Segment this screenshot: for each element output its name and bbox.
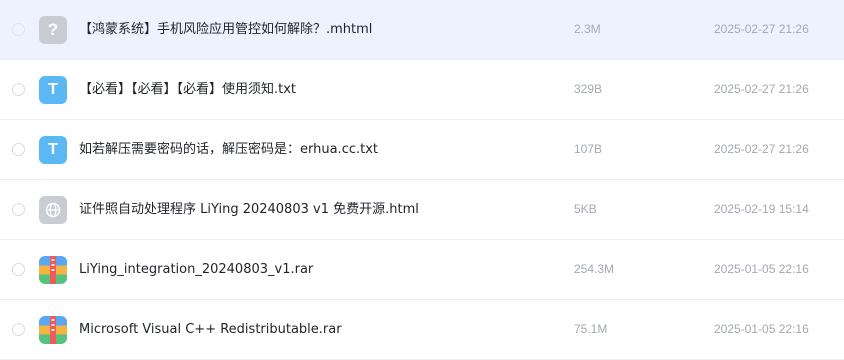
file-modified-date: 2025-02-27 21:26 <box>714 22 809 36</box>
file-size: 329B <box>574 82 603 96</box>
globe-icon <box>45 202 61 218</box>
archive-file-icon <box>39 316 67 344</box>
row-select-checkbox[interactable] <box>12 203 25 216</box>
file-list: ? 【鸿蒙系统】手机风险应用管控如何解除？.mhtml 2.3M 2025-02… <box>0 0 844 360</box>
file-row[interactable]: ? 【鸿蒙系统】手机风险应用管控如何解除？.mhtml 2.3M 2025-02… <box>0 0 844 60</box>
file-modified-date: 2025-02-27 21:26 <box>714 82 809 96</box>
file-row[interactable]: 证件照自动处理程序 LiYing 20240803 v1 免费开源.html 5… <box>0 180 844 240</box>
row-select-checkbox[interactable] <box>12 23 25 36</box>
file-modified-date: 2025-02-27 21:26 <box>714 142 809 156</box>
file-size: 75.1M <box>574 322 608 336</box>
file-name[interactable]: LiYing_integration_20240803_v1.rar <box>79 240 313 299</box>
file-modified-date: 2025-02-19 15:14 <box>714 202 809 216</box>
file-name[interactable]: 如若解压需要密码的话，解压密码是：erhua.cc.txt <box>79 120 378 179</box>
file-size: 254.3M <box>574 262 615 276</box>
file-row[interactable]: LiYing_integration_20240803_v1.rar 254.3… <box>0 240 844 300</box>
file-name[interactable]: 证件照自动处理程序 LiYing 20240803 v1 免费开源.html <box>79 180 419 239</box>
row-select-checkbox[interactable] <box>12 83 25 96</box>
text-file-icon: T <box>39 76 67 104</box>
file-name[interactable]: 【必看】【必看】【必看】使用须知.txt <box>79 60 296 119</box>
unknown-file-icon: ? <box>39 16 67 44</box>
file-name[interactable]: Microsoft Visual C++ Redistributable.rar <box>79 300 342 359</box>
file-row[interactable]: Microsoft Visual C++ Redistributable.rar… <box>0 300 844 360</box>
file-size: 5KB <box>574 202 597 216</box>
row-select-checkbox[interactable] <box>12 323 25 336</box>
file-size: 2.3M <box>574 22 601 36</box>
web-file-icon <box>39 196 67 224</box>
file-name[interactable]: 【鸿蒙系统】手机风险应用管控如何解除？.mhtml <box>79 0 372 59</box>
file-modified-date: 2025-01-05 22:16 <box>714 322 809 336</box>
file-modified-date: 2025-01-05 22:16 <box>714 262 809 276</box>
row-select-checkbox[interactable] <box>12 263 25 276</box>
text-file-icon: T <box>39 136 67 164</box>
file-size: 107B <box>574 142 603 156</box>
row-select-checkbox[interactable] <box>12 143 25 156</box>
file-row[interactable]: T 如若解压需要密码的话，解压密码是：erhua.cc.txt 107B 202… <box>0 120 844 180</box>
file-row[interactable]: T 【必看】【必看】【必看】使用须知.txt 329B 2025-02-27 2… <box>0 60 844 120</box>
archive-file-icon <box>39 256 67 284</box>
